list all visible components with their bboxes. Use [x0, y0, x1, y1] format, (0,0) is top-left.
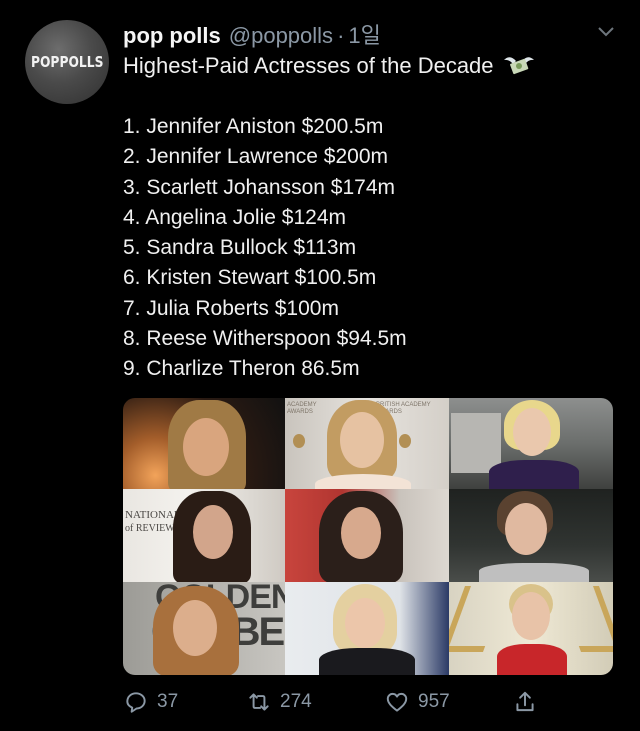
- retweet-button[interactable]: 274: [246, 689, 312, 715]
- photo-jennifer-aniston[interactable]: [123, 398, 285, 489]
- list-item: 1. Jennifer Aniston $200.5m: [123, 115, 384, 138]
- reply-icon: [126, 692, 146, 713]
- face-shape: [513, 408, 551, 456]
- share-icon: [516, 691, 534, 712]
- list-item: 9. Charlize Theron 86.5m: [123, 357, 360, 381]
- photo-julia-roberts[interactable]: GOLDEN GLOBE: [123, 582, 285, 675]
- ranking-list: 1. Jennifer Aniston $200.5m 2. Jennifer …: [123, 112, 407, 385]
- tweet-title: Highest-Paid Actresses of the Decade: [123, 53, 494, 78]
- dress-shape: [497, 644, 567, 675]
- list-item: 2. Jennifer Lawrence $200m: [123, 145, 388, 169]
- face-shape: [340, 412, 384, 468]
- photo-collage[interactable]: ACADEMY AWARDS BRITISH ACADEMY AWARDS NA…: [123, 398, 613, 675]
- reply-count: 37: [157, 691, 179, 712]
- face-shape: [173, 600, 217, 656]
- dress-shape: [479, 563, 589, 582]
- face-shape: [183, 418, 229, 476]
- like-button[interactable]: 957: [384, 689, 450, 715]
- photo-scarlett-johansson[interactable]: [449, 398, 613, 489]
- user-handle[interactable]: @poppolls: [229, 23, 333, 49]
- tweet-title-line: Highest-Paid Actresses of the Decade: [123, 52, 536, 80]
- chevron-down-icon[interactable]: [596, 24, 616, 38]
- face-shape: [512, 592, 550, 640]
- retweet-count: 274: [280, 691, 312, 712]
- tweet-header: pop polls @poppolls · 1일: [123, 18, 381, 50]
- like-icon: [386, 692, 408, 712]
- list-item: 5. Sandra Bullock $113m: [123, 236, 357, 260]
- dress-shape: [489, 460, 579, 489]
- dress-shape: [319, 648, 415, 675]
- like-count: 957: [418, 691, 450, 712]
- photo-kristen-stewart[interactable]: [449, 489, 613, 582]
- face-shape: [193, 505, 233, 559]
- list-item: 3. Scarlett Johansson $174m: [123, 175, 395, 199]
- photo-sandra-bullock[interactable]: [285, 489, 449, 582]
- avatar[interactable]: POPPOLLS: [25, 20, 109, 104]
- photo-charlize-theron[interactable]: [449, 582, 613, 675]
- bafta-text-left: ACADEMY AWARDS: [287, 402, 317, 415]
- face-shape: [345, 598, 385, 648]
- list-item: 8. Reese Witherspoon $94.5m: [123, 327, 407, 351]
- review-text: of REVIEW: [125, 523, 175, 534]
- list-item: 7. Julia Roberts $100m: [123, 296, 339, 320]
- photo-reese-witherspoon[interactable]: [285, 582, 449, 675]
- retweet-icon: [249, 693, 269, 711]
- face-shape: [341, 507, 381, 559]
- national-text: NATIONAL: [125, 509, 181, 521]
- list-item: 6. Kristen Stewart $100.5m: [123, 266, 377, 290]
- dress-shape: [315, 474, 411, 489]
- arch-shape: [449, 586, 508, 652]
- money-wings-icon: [503, 57, 534, 75]
- mask-icon: [399, 434, 411, 448]
- display-name[interactable]: pop polls: [123, 23, 221, 49]
- photo-angelina-jolie[interactable]: NATIONAL of REVIEW: [123, 489, 285, 582]
- avatar-text: POPPOLLS: [30, 53, 104, 71]
- arch-shape: [556, 586, 613, 652]
- separator-dot: ·: [337, 23, 345, 48]
- mask-icon: [293, 434, 305, 448]
- timestamp[interactable]: 1일: [348, 18, 380, 50]
- list-item: 4. Angelina Jolie $124m: [123, 205, 346, 229]
- face-shape: [505, 503, 547, 555]
- building-shape: [451, 413, 501, 473]
- photo-jennifer-lawrence[interactable]: ACADEMY AWARDS BRITISH ACADEMY AWARDS: [285, 398, 449, 489]
- reply-button[interactable]: 37: [123, 689, 178, 715]
- share-button[interactable]: [512, 689, 538, 715]
